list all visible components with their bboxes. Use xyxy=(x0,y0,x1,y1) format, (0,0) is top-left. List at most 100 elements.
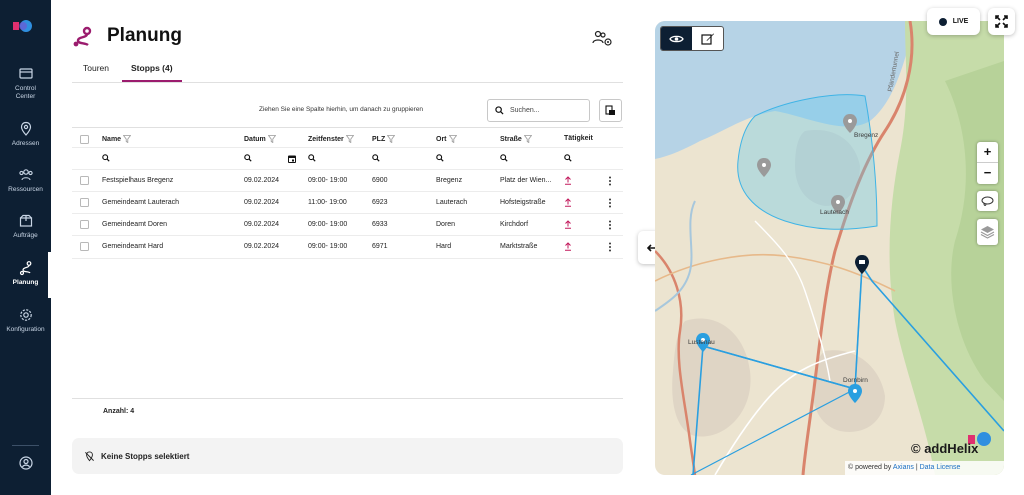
row-divider xyxy=(72,191,623,192)
zoom-in-button[interactable]: + xyxy=(977,142,998,163)
cell-plz: 6923 xyxy=(372,199,388,206)
search-input[interactable]: Suchen... xyxy=(487,99,590,122)
sidebar-item-label: Center xyxy=(15,93,36,100)
filter-icon[interactable] xyxy=(123,135,132,143)
live-label: LIVE xyxy=(952,18,969,25)
column-filter-search-icon[interactable] xyxy=(436,154,444,162)
column-filter-search-icon[interactable] xyxy=(308,154,316,162)
sidebar-item-control-center[interactable]: Control Center xyxy=(0,66,51,101)
filter-icon[interactable] xyxy=(387,135,396,143)
eye-icon xyxy=(669,35,684,42)
sidebar: Control Center Adressen Ressourcen Auftr… xyxy=(0,0,51,495)
column-header-datum[interactable]: Datum xyxy=(244,135,276,143)
filter-icon[interactable] xyxy=(523,135,532,143)
filter-icon[interactable] xyxy=(267,135,276,143)
app-logo[interactable] xyxy=(13,17,37,35)
edit-mode-button[interactable] xyxy=(692,27,723,50)
group-icon xyxy=(18,169,33,181)
people-settings-icon[interactable] xyxy=(591,28,613,48)
filter-icon[interactable] xyxy=(448,135,457,143)
route-icon xyxy=(73,26,92,47)
sidebar-item-planung[interactable]: Planung xyxy=(0,260,51,287)
column-header-plz[interactable]: PLZ xyxy=(372,135,396,143)
tab-touren[interactable]: Touren xyxy=(83,63,109,73)
row-divider xyxy=(72,169,623,170)
row-checkbox[interactable] xyxy=(80,198,89,207)
column-header-taetigkeit[interactable]: Tätigkeit xyxy=(564,135,593,142)
calendar-icon[interactable] xyxy=(287,154,297,164)
sidebar-item-konfiguration[interactable]: Konfiguration xyxy=(0,307,51,334)
row-menu-icon[interactable] xyxy=(608,176,612,186)
no-location-icon xyxy=(85,450,94,461)
user-circle-icon xyxy=(18,456,33,470)
column-filter-search-icon[interactable] xyxy=(500,154,508,162)
data-license-link[interactable]: Data License xyxy=(920,464,961,471)
tab-active-underline xyxy=(122,80,182,82)
map-label-lauterach: Lauterach xyxy=(820,209,849,216)
row-checkbox[interactable] xyxy=(80,176,89,185)
cell-strasse: Platz der Wien... xyxy=(500,177,552,184)
column-filter-search-icon[interactable] xyxy=(102,154,110,162)
row-divider xyxy=(72,213,623,214)
cell-plz: 6900 xyxy=(372,177,388,184)
row-count: Anzahl: 4 xyxy=(103,408,135,415)
map-label-bregenz: Bregenz xyxy=(854,132,879,139)
select-all-checkbox[interactable] xyxy=(80,135,89,144)
cell-datum: 09.02.2024 xyxy=(244,177,280,184)
axians-link[interactable]: Axians xyxy=(893,464,914,471)
filter-icon[interactable] xyxy=(345,135,354,143)
cell-zeitfenster: 09:00- 19:00 xyxy=(308,177,348,184)
cell-zeitfenster: 11:00- 19:00 xyxy=(308,199,347,206)
export-icon xyxy=(605,105,615,115)
sidebar-item-label: Konfiguration xyxy=(6,326,45,333)
cell-zeitfenster: 09:00- 19:00 xyxy=(308,221,348,228)
cell-ort: Hard xyxy=(436,243,452,250)
group-by-drop-zone[interactable]: Ziehen Sie eine Spalte hierhin, um danac… xyxy=(259,106,423,113)
map-canvas[interactable] xyxy=(655,21,1004,475)
zoom-control: + − xyxy=(977,142,998,184)
column-header-strasse[interactable]: Straße xyxy=(500,135,532,143)
column-header-ort[interactable]: Ort xyxy=(436,135,457,143)
sidebar-item-label: Adressen xyxy=(11,140,40,147)
row-menu-icon[interactable] xyxy=(608,220,612,230)
lasso-select-button[interactable] xyxy=(977,191,998,211)
fullscreen-button[interactable] xyxy=(988,8,1015,35)
sidebar-item-adressen[interactable]: Adressen xyxy=(0,121,51,148)
map-attribution: © powered by Axians | Data License xyxy=(845,461,1004,475)
sidebar-item-auftraege[interactable]: Aufträge xyxy=(0,213,51,240)
layers-button[interactable] xyxy=(977,219,998,245)
column-filter-search-icon[interactable] xyxy=(564,154,572,162)
upload-activity-icon xyxy=(565,176,571,185)
expand-icon xyxy=(995,15,1008,28)
cell-ort: Lauterach xyxy=(436,199,468,206)
header-divider xyxy=(72,147,623,148)
row-checkbox[interactable] xyxy=(80,220,89,229)
map-view[interactable]: Bregenz Lauterach Lustenau Dornbirn Pfän… xyxy=(655,21,1004,475)
view-mode-button[interactable] xyxy=(661,27,692,50)
upload-activity-icon xyxy=(565,198,571,207)
route-icon xyxy=(19,261,31,276)
upload-activity-icon xyxy=(565,242,571,251)
location-pin-icon xyxy=(20,121,31,136)
cell-strasse: Hofsteigstraße xyxy=(500,199,546,206)
row-menu-icon[interactable] xyxy=(608,198,612,208)
column-header-name[interactable]: Name xyxy=(102,135,132,143)
live-mode-button[interactable]: LIVE xyxy=(927,8,980,35)
export-button[interactable] xyxy=(599,99,622,122)
row-menu-icon[interactable] xyxy=(608,242,612,252)
zoom-out-button[interactable]: − xyxy=(977,163,998,183)
layers-icon xyxy=(980,226,995,239)
sidebar-item-ressourcen[interactable]: Ressourcen xyxy=(0,167,51,194)
upload-activity-icon xyxy=(565,220,571,229)
sidebar-item-profile[interactable] xyxy=(0,455,51,474)
tabs-divider xyxy=(72,82,623,83)
column-header-zeitfenster[interactable]: Zeitfenster xyxy=(308,135,354,143)
tab-stopps[interactable]: Stopps (4) xyxy=(131,63,173,73)
column-filter-search-icon[interactable] xyxy=(244,154,252,162)
gear-icon xyxy=(19,309,32,321)
row-divider xyxy=(72,258,623,259)
search-placeholder: Suchen... xyxy=(510,107,540,114)
edit-icon xyxy=(700,33,714,45)
column-filter-search-icon[interactable] xyxy=(372,154,380,162)
row-checkbox[interactable] xyxy=(80,242,89,251)
